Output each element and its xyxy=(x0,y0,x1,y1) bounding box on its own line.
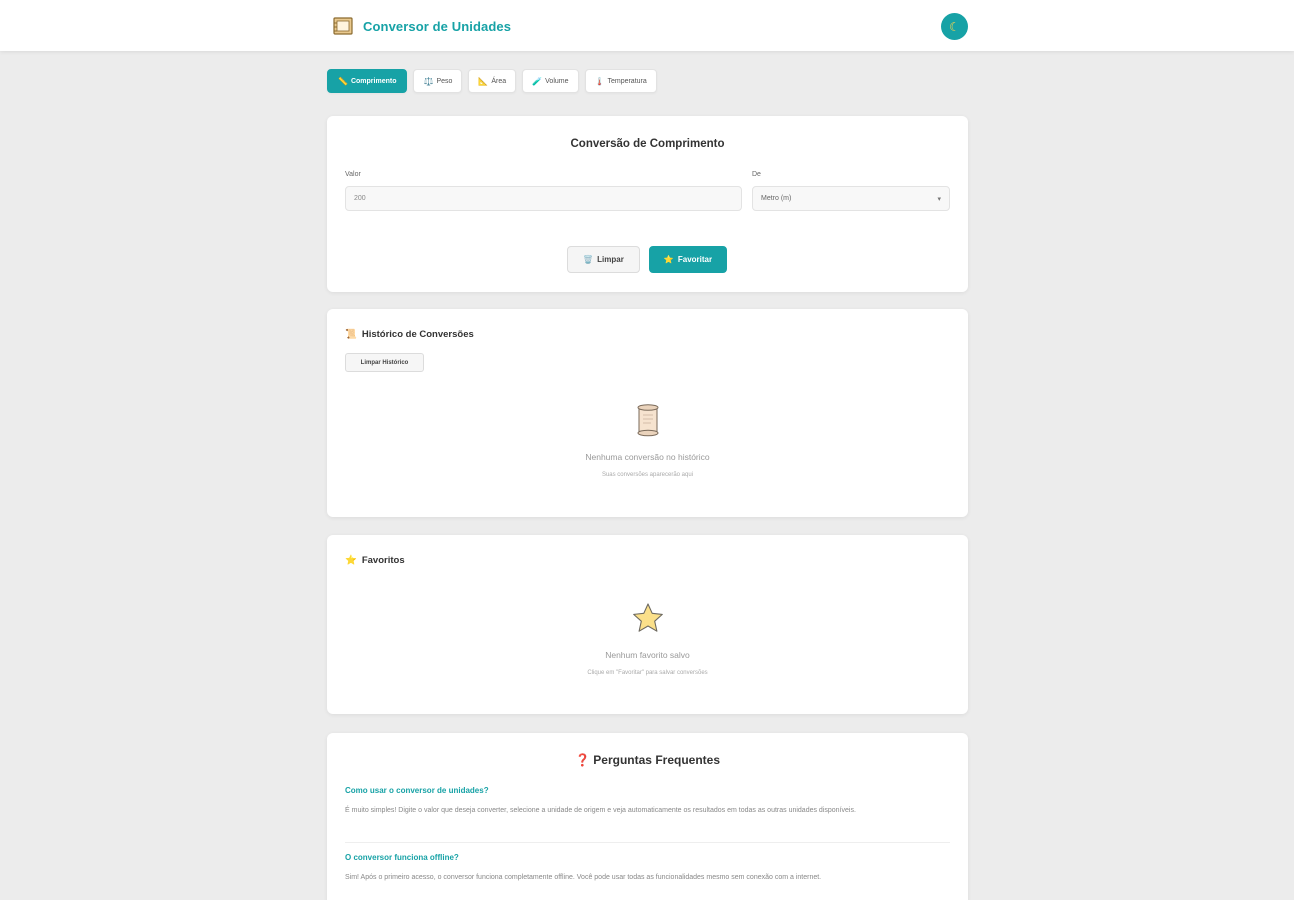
history-empty-title: Nenhuma conversão no histórico xyxy=(585,452,710,462)
faq-question[interactable]: O conversor funciona offline? xyxy=(345,853,459,862)
favorite-button[interactable]: ⭐ Favoritar xyxy=(649,246,727,273)
favorites-title: ⭐ Favoritos xyxy=(345,555,405,566)
tab-temperatura[interactable]: 🌡️ Temperatura xyxy=(584,69,657,93)
tab-label: Temperatura xyxy=(607,77,647,85)
theme-toggle-button[interactable]: ☾ xyxy=(941,13,968,40)
faq-title-text: Perguntas Frequentes xyxy=(593,753,720,767)
faq-answer: É muito simples! Digite o valor que dese… xyxy=(345,807,856,814)
question-icon: ❓ xyxy=(575,753,590,767)
thermometer-icon: 🌡️ xyxy=(594,76,605,86)
favorites-title-text: Favoritos xyxy=(361,555,405,566)
scroll-icon xyxy=(327,403,968,442)
tab-label: Comprimento xyxy=(350,77,397,85)
scroll-icon: 📜 xyxy=(345,329,357,340)
from-unit-select[interactable]: Metro (m) ▾ xyxy=(752,186,950,211)
clear-history-button[interactable]: Limpar Histórico xyxy=(345,353,424,372)
from-unit-value: Metro (m) xyxy=(761,195,792,202)
brand: Conversor de Unidades xyxy=(332,14,511,38)
star-icon: ⭐ xyxy=(345,555,357,566)
app-title: Conversor de Unidades xyxy=(363,18,512,34)
tab-volume[interactable]: 🧪 Volume xyxy=(522,69,579,93)
moon-icon: ☾ xyxy=(949,19,960,34)
favorites-empty-subtitle: Clique em "Favoritar" para salvar conver… xyxy=(587,670,708,676)
history-empty-subtitle: Suas conversões aparecerão aqui xyxy=(601,472,694,478)
scale-icon: ⚖️ xyxy=(423,76,434,86)
flask-icon: 🧪 xyxy=(532,76,543,86)
faq-title: ❓ Perguntas Frequentes xyxy=(327,753,968,767)
ruler-icon: 📏 xyxy=(338,76,348,86)
faq-answer: Sim! Após o primeiro acesso, o conversor… xyxy=(345,874,822,881)
value-label: Valor xyxy=(345,171,361,178)
star-icon: ⭐ xyxy=(663,255,674,264)
value-input[interactable] xyxy=(345,186,742,211)
favorites-card: ⭐ Favoritos Nenhum favorito salvo Clique… xyxy=(327,535,968,714)
history-card: 📜 Histórico de Conversões Limpar Históri… xyxy=(327,309,968,517)
trash-icon: 🗑️ xyxy=(583,255,594,264)
ruler-logo-icon xyxy=(332,15,354,37)
clear-button[interactable]: 🗑️ Limpar xyxy=(567,246,640,273)
from-label: De xyxy=(752,171,761,178)
divider xyxy=(345,842,950,843)
top-bar: Conversor de Unidades ☾ xyxy=(0,0,1294,51)
favorites-empty-title: Nenhum favorito salvo xyxy=(605,650,690,660)
triangle-ruler-icon: 📐 xyxy=(478,76,489,86)
tab-peso[interactable]: ⚖️ Peso xyxy=(413,69,463,93)
history-title-text: Histórico de Conversões xyxy=(361,329,474,340)
star-icon xyxy=(327,601,968,640)
chevron-down-icon: ▾ xyxy=(937,195,941,203)
tab-label: Peso xyxy=(436,77,453,85)
tab-label: Volume xyxy=(545,77,569,85)
converter-title: Conversão de Comprimento xyxy=(570,138,725,150)
faq-question[interactable]: Como usar o conversor de unidades? xyxy=(345,786,489,795)
history-title: 📜 Histórico de Conversões xyxy=(345,329,474,340)
favorite-label: Favoritar xyxy=(677,255,713,264)
tab-area[interactable]: 📐 Área xyxy=(468,69,517,93)
tab-label: Área xyxy=(491,77,507,85)
faq-card: ❓ Perguntas Frequentes Como usar o conve… xyxy=(327,733,968,900)
clear-label: Limpar xyxy=(597,255,624,264)
converter-card: Conversão de Comprimento Valor De Metro … xyxy=(327,116,968,292)
category-tabs: 📏 Comprimento ⚖️ Peso 📐 Área 🧪 Volume 🌡️… xyxy=(327,69,657,93)
tab-comprimento[interactable]: 📏 Comprimento xyxy=(327,69,408,93)
